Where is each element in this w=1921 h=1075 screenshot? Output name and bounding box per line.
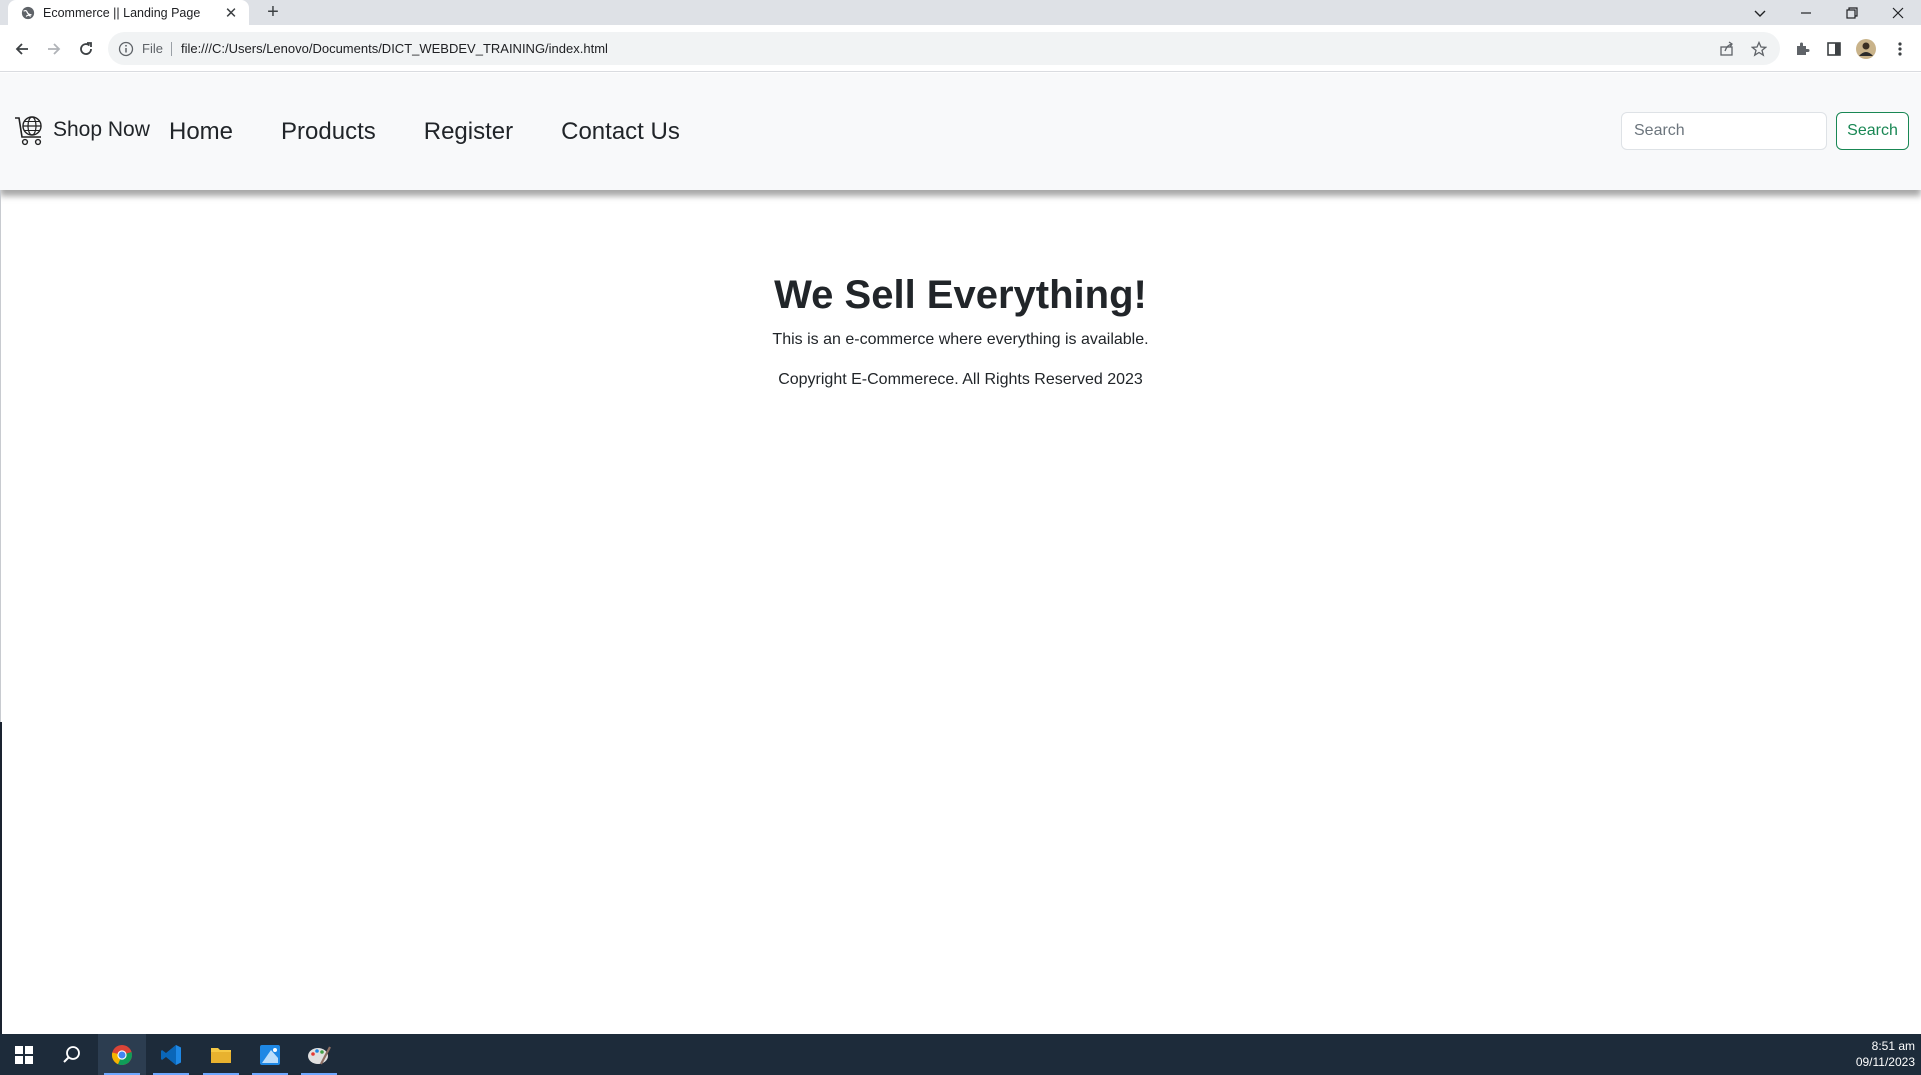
search-button[interactable]: Search [1836,112,1909,150]
tab-search-icon[interactable] [1737,0,1783,25]
nav-link-products[interactable]: Products [281,118,376,146]
globe-icon [21,6,35,19]
side-panel-icon[interactable] [1823,38,1845,60]
close-tab-icon[interactable]: ✕ [223,4,239,22]
reload-icon[interactable] [74,37,98,61]
brand-link[interactable]: Shop Now [14,113,150,147]
bookmark-star-icon[interactable] [1748,38,1770,60]
hero-heading: We Sell Everything! [774,273,1147,317]
hero-tagline: This is an e-commerce where everything i… [772,331,1149,348]
search-icon[interactable] [48,1034,96,1075]
forward-icon[interactable] [42,37,66,61]
more-menu-icon[interactable] [1889,38,1911,60]
tab-title: Ecommerce || Landing Page [43,5,201,20]
nav-link-contact-us[interactable]: Contact Us [561,118,680,146]
profile-avatar[interactable] [1855,38,1877,60]
windows-taskbar: 8:51 am 09/11/2023 [0,1034,1921,1075]
info-icon[interactable] [118,41,134,57]
file-scheme-label: File [142,41,172,56]
close-window-icon[interactable] [1875,0,1921,25]
browser-toolbar: File file:///C:/Users/Lenovo/Documents/D… [0,25,1921,72]
window-edge-dark [0,722,2,1034]
new-tab-button[interactable]: + [262,0,284,25]
copyright-text: Copyright E-Commerece. All Rights Reserv… [778,371,1143,388]
minimize-icon[interactable] [1783,0,1829,25]
clock-time: 8:51 am [1871,1039,1915,1053]
address-bar[interactable]: File file:///C:/Users/Lenovo/Documents/D… [108,32,1780,65]
taskbar-clock[interactable]: 8:51 am 09/11/2023 [1856,1038,1915,1070]
hero-section: We Sell Everything! This is an e-commerc… [0,260,1921,390]
url-text[interactable]: file:///C:/Users/Lenovo/Documents/DICT_W… [181,41,1716,56]
clock-date: 09/11/2023 [1855,1055,1915,1069]
browser-tab-strip: Ecommerce || Landing Page ✕ + [0,0,1921,25]
nav-links: Home Products Register Contact Us [169,118,728,146]
back-icon[interactable] [10,37,34,61]
file-explorer-icon[interactable] [197,1034,245,1075]
paint-app-icon[interactable] [295,1034,343,1075]
photos-app-icon[interactable] [246,1034,294,1075]
share-icon[interactable] [1716,38,1738,60]
brand-name: Shop Now [53,118,150,141]
browser-tab[interactable]: Ecommerce || Landing Page ✕ [8,0,249,25]
search-input[interactable] [1621,112,1827,150]
restore-icon[interactable] [1829,0,1875,25]
chrome-taskbar-icon[interactable] [98,1034,146,1075]
site-navbar: Shop Now Home Products Register Contact … [0,73,1921,190]
vscode-taskbar-icon[interactable] [147,1034,195,1075]
extensions-icon[interactable] [1791,38,1813,60]
windows-start-icon[interactable] [0,1034,48,1075]
shopping-cart-icon [15,116,42,146]
nav-link-home[interactable]: Home [169,118,233,146]
nav-link-register[interactable]: Register [424,118,513,146]
